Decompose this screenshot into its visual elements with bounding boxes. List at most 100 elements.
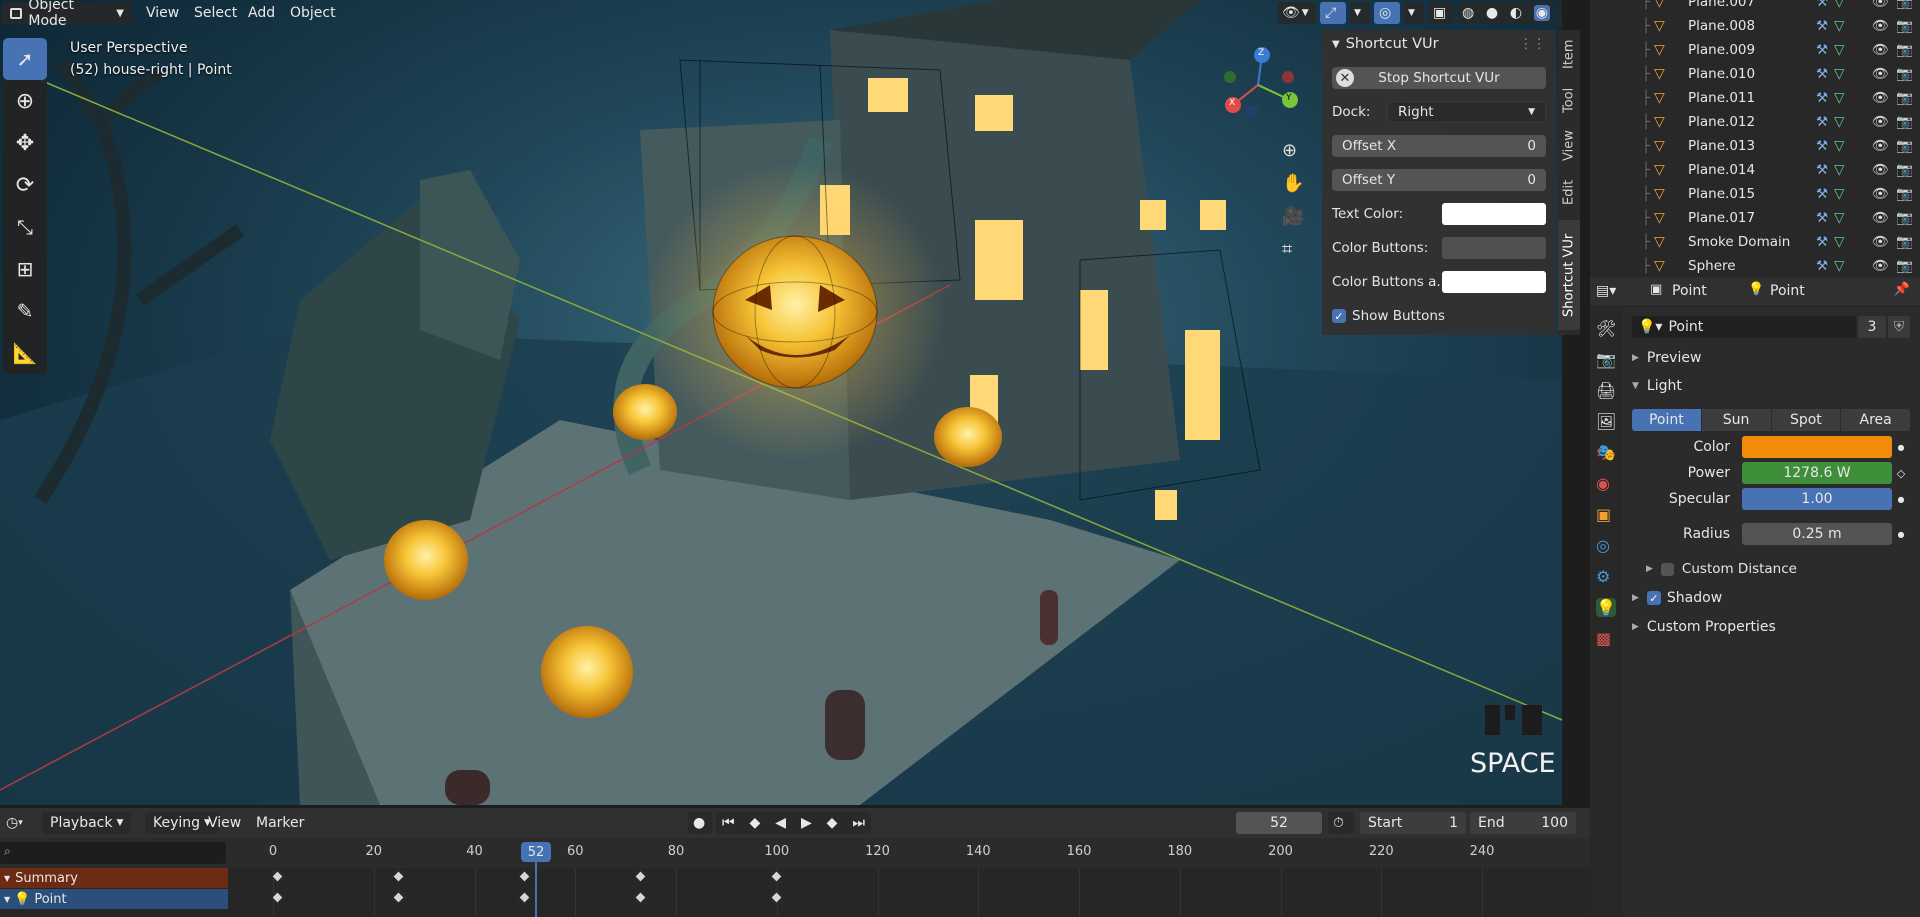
eye-icon[interactable]: 👁 [1872, 186, 1889, 202]
modifier-wrench-icon[interactable]: ⚒ [1816, 162, 1828, 178]
outliner-item[interactable]: ├ ▽ Plane.009 ⚒ ▽ 👁 📷 [1590, 38, 1920, 62]
modifier-wrench-icon[interactable]: ⚒ [1816, 258, 1828, 274]
offset-x-field[interactable]: Offset X 0 [1332, 135, 1546, 157]
cursor-tool[interactable]: ⊕ [3, 80, 47, 122]
section-custom-distance[interactable]: ▶ Custom Distance [1646, 557, 1910, 581]
camera-render-icon[interactable]: 📷 [1896, 234, 1913, 250]
camera-render-icon[interactable]: 📷 [1896, 90, 1913, 106]
zoom-icon[interactable]: ⊕ [1282, 140, 1310, 161]
render-icon[interactable]: 📷 [1596, 350, 1616, 369]
object-properties-icon[interactable]: ▣ [1596, 505, 1616, 524]
radius-field[interactable]: 0.25 m [1742, 523, 1892, 545]
prev-keyframe-icon[interactable]: ◆ [750, 815, 761, 831]
camera-render-icon[interactable]: 📷 [1896, 18, 1913, 34]
record-button[interactable]: ● [688, 812, 712, 834]
annotate-tool[interactable]: ✎ [3, 290, 47, 332]
tool-settings-icon[interactable]: 🛠 [1596, 319, 1616, 338]
current-frame-field[interactable]: 52 [1236, 812, 1322, 834]
camera-render-icon[interactable]: 📷 [1896, 138, 1913, 154]
keyframe-dot-icon[interactable]: ● [1892, 495, 1910, 504]
tab-tool[interactable]: Tool [1558, 80, 1580, 120]
next-keyframe-icon[interactable]: ◆ [827, 815, 838, 831]
pin-icon[interactable]: 📌 [1894, 282, 1910, 297]
start-frame-field[interactable]: Start 1 [1360, 812, 1466, 834]
hand-pan-icon[interactable]: ✋ [1282, 173, 1310, 194]
color-buttons-a-swatch[interactable] [1442, 271, 1546, 293]
keyframe-dot-icon[interactable]: ● [1892, 530, 1910, 539]
text-color-swatch[interactable] [1442, 203, 1546, 225]
user-count[interactable]: 3 [1858, 316, 1886, 338]
outliner-item[interactable]: ├ ▽ Plane.013 ⚒ ▽ 👁 📷 [1590, 134, 1920, 158]
modifier-wrench-icon[interactable]: ⚒ [1816, 114, 1828, 130]
physics-icon[interactable]: ◎ [1596, 536, 1616, 555]
section-preview[interactable]: ▶ Preview [1632, 346, 1910, 370]
frame-ruler[interactable] [0, 838, 1590, 868]
transform-tool[interactable]: ⊞ [3, 248, 47, 290]
datablock-selector[interactable]: 💡▾ Point [1632, 316, 1856, 338]
play-icon[interactable]: ▶ [801, 815, 812, 831]
view-layer-icon[interactable]: 🖼 [1596, 412, 1616, 431]
overlay-dropdown[interactable]: ▼ [1404, 2, 1424, 24]
camera-render-icon[interactable]: 📷 [1896, 66, 1913, 82]
offset-y-field[interactable]: Offset Y 0 [1332, 169, 1546, 191]
mesh-data-icon[interactable]: ▽ [1834, 210, 1844, 226]
eye-icon[interactable]: 👁 [1872, 114, 1889, 130]
scene-icon[interactable]: 🎭 [1596, 443, 1616, 462]
light-type-sun[interactable]: Sun [1700, 409, 1771, 431]
tab-shortcut-vur[interactable]: Shortcut VUr [1558, 220, 1580, 330]
modifier-wrench-icon[interactable]: ⚒ [1816, 210, 1828, 226]
playhead-marker[interactable]: 52 [521, 842, 551, 862]
jump-start-icon[interactable]: ⏮ [722, 815, 735, 831]
channel-point[interactable]: ▼ 💡 Point [0, 889, 228, 909]
keyframe-dot-icon[interactable]: ● [1892, 443, 1910, 452]
outliner-item[interactable]: ├ ▽ Smoke Domain ⚒ ▽ 👁 📷 [1590, 230, 1920, 254]
world-icon[interactable]: ◉ [1596, 474, 1616, 493]
outliner-item[interactable]: ├ ▽ Plane.014 ⚒ ▽ 👁 📷 [1590, 158, 1920, 182]
move-tool[interactable]: ✥ [3, 122, 47, 164]
light-data-icon[interactable]: 💡 [1596, 598, 1617, 617]
gizmo-dropdown[interactable]: ▼ [1350, 2, 1370, 24]
overlay-toggle[interactable]: ◎ [1374, 2, 1400, 24]
outliner-item[interactable]: ├ ▽ Plane.011 ⚒ ▽ 👁 📷 [1590, 86, 1920, 110]
header-object-name[interactable]: Point [1672, 283, 1707, 299]
camera-render-icon[interactable]: 📷 [1896, 0, 1913, 10]
eye-icon[interactable]: 👁 [1872, 90, 1889, 106]
mesh-data-icon[interactable]: ▽ [1834, 114, 1844, 130]
eye-icon[interactable]: 👁 [1872, 0, 1889, 10]
menu-add[interactable]: Add [240, 2, 283, 24]
camera-render-icon[interactable]: 📷 [1896, 258, 1913, 274]
modifier-wrench-icon[interactable]: ⚒ [1816, 18, 1828, 34]
tab-item[interactable]: Item [1558, 34, 1580, 74]
visibility-dropdown[interactable]: 👁 ▼ [1278, 2, 1316, 24]
material-shading-icon[interactable]: ◐ [1510, 5, 1522, 21]
rotate-tool[interactable]: ⟳ [3, 164, 47, 206]
color-buttons-swatch[interactable] [1442, 237, 1546, 259]
mesh-data-icon[interactable]: ▽ [1834, 0, 1844, 10]
custom-distance-checkbox[interactable] [1660, 562, 1674, 576]
panel-header[interactable]: ▼ Shortcut VUr ⋮⋮ [1332, 32, 1546, 56]
texture-icon[interactable]: ▩ [1596, 629, 1616, 648]
channel-summary[interactable]: ▼ Summary [0, 868, 228, 888]
modifier-wrench-icon[interactable]: ⚒ [1816, 42, 1828, 58]
navigation-gizmo[interactable]: Z Y X [1218, 45, 1298, 125]
menu-playback[interactable]: Playback ▼ [42, 812, 132, 834]
camera-icon[interactable]: 🎥 [1282, 206, 1310, 227]
shadow-checkbox[interactable]: ✓ [1646, 591, 1661, 605]
camera-render-icon[interactable]: 📷 [1896, 114, 1913, 130]
power-field[interactable]: 1278.6 W [1742, 462, 1892, 484]
eye-icon[interactable]: 👁 [1872, 210, 1889, 226]
grid-icon[interactable]: ⌗ [1282, 239, 1310, 260]
section-light[interactable]: ▼ Light [1632, 374, 1910, 398]
outliner-item[interactable]: ├ ▽ Plane.015 ⚒ ▽ 👁 📷 [1590, 182, 1920, 206]
menu-select[interactable]: Select [186, 2, 245, 24]
jump-end-icon[interactable]: ⏭ [852, 815, 865, 831]
menu-object[interactable]: Object [282, 2, 344, 24]
eye-icon[interactable]: 👁 [1872, 138, 1889, 154]
mesh-data-icon[interactable]: ▽ [1834, 186, 1844, 202]
menu-view[interactable]: View [138, 2, 187, 24]
end-frame-field[interactable]: End 100 [1470, 812, 1576, 834]
eye-icon[interactable]: 👁 [1872, 234, 1889, 250]
modifier-wrench-icon[interactable]: ⚒ [1816, 186, 1828, 202]
select-box-tool[interactable]: ➚ [3, 38, 47, 80]
eye-icon[interactable]: 👁 [1872, 18, 1889, 34]
